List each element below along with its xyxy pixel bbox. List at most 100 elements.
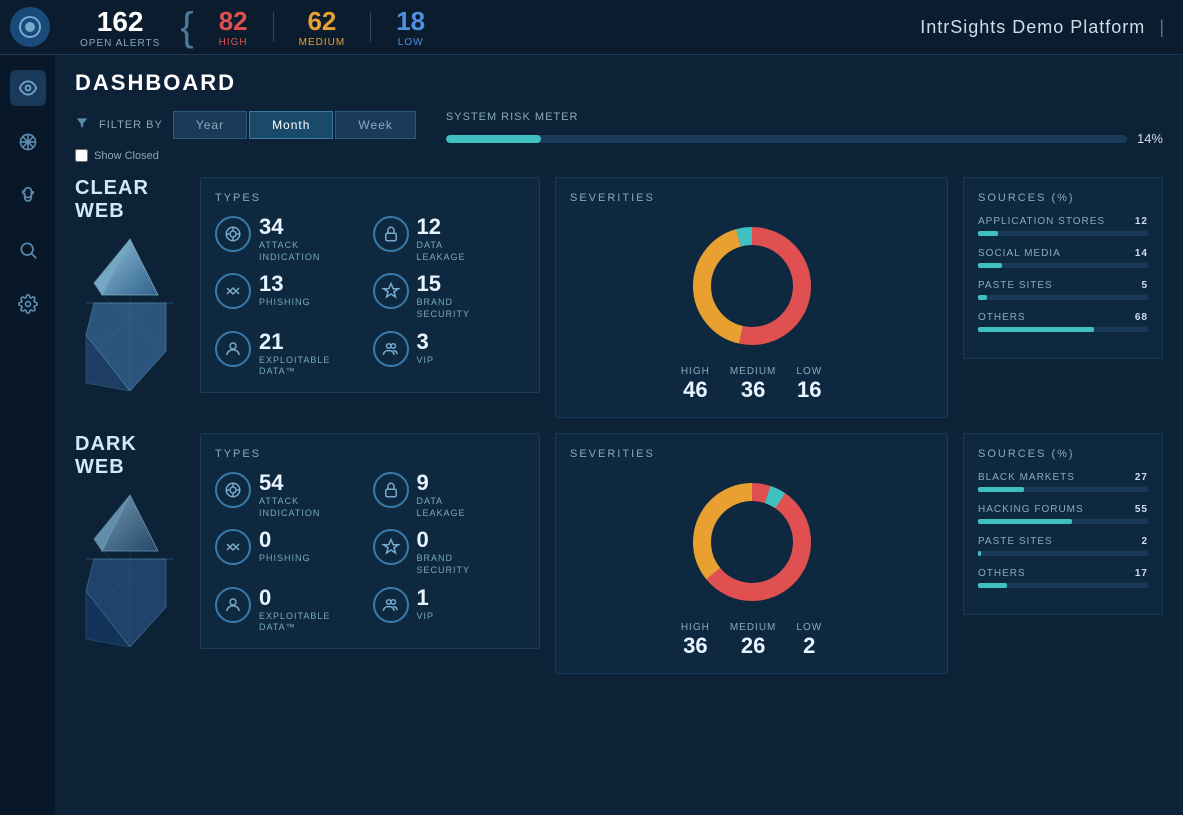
severity-labels: HIGH 46 MEDIUM 36 LOW 16 <box>681 366 822 403</box>
dw-phishing-icon <box>215 529 251 565</box>
medium-alerts: 62 MEDIUM <box>279 6 366 48</box>
dw-sev-low: LOW 2 <box>796 622 822 659</box>
dw-source-others: OTHERS 17 <box>978 568 1148 588</box>
dw-type-brand: 0 BRANDSECURITY <box>373 529 526 576</box>
dark-web-donut: HIGH 36 MEDIUM 26 LOW 2 <box>570 472 933 659</box>
clear-web-iceberg <box>75 231 185 391</box>
dw-phishing-info: 0 PHISHING <box>259 529 311 565</box>
sev-medium: MEDIUM 36 <box>730 366 777 403</box>
dw-attack-icon <box>215 472 251 508</box>
show-closed-checkbox[interactable]: Show Closed <box>75 149 416 162</box>
source-social-media: SOCIAL MEDIA 14 <box>978 248 1148 268</box>
dark-web-types-panel: TYPES 54 ATTACKINDICATION <box>200 433 540 649</box>
sidebar-icon-bug[interactable] <box>10 178 46 214</box>
dw-sev-high: HIGH 36 <box>681 622 710 659</box>
type-data-leakage: 12 DATALEAKAGE <box>373 216 526 263</box>
type-exploitable: 21 EXPLOITABLEDATA™ <box>215 331 368 378</box>
low-alerts: 18 LOW <box>376 6 445 48</box>
dw-leakage-info: 9 DATALEAKAGE <box>417 472 466 519</box>
type-brand-info: 15 BRANDSECURITY <box>417 273 471 320</box>
filter-bar: FILTER BY Year Month Week <box>75 111 416 139</box>
dw-source-hacking-forums: HACKING FORUMS 55 <box>978 504 1148 524</box>
filter-buttons: Year Month Week <box>173 111 416 139</box>
dark-web-donut-chart <box>682 472 822 612</box>
source-others: OTHERS 68 <box>978 312 1148 332</box>
sidebar-icon-search[interactable] <box>10 232 46 268</box>
clear-web-donut: HIGH 46 MEDIUM 36 LOW 16 <box>570 216 933 403</box>
sidebar <box>0 55 55 815</box>
type-phishing-info: 13 PHISHING <box>259 273 311 309</box>
dw-exploitable-icon <box>215 587 251 623</box>
clear-web-sources-list: APPLICATION STORES 12 SOCIAL MEDIA 14 <box>978 216 1148 332</box>
sev-low: LOW 16 <box>796 366 822 403</box>
type-attack-indication: 34 ATTACKINDICATION <box>215 216 368 263</box>
filter-section: FILTER BY Year Month Week Show Closed <box>75 111 416 162</box>
dark-web-label: DARK WEB <box>75 433 185 652</box>
logo <box>10 7 50 47</box>
exploitable-icon <box>215 331 251 367</box>
source-app-stores: APPLICATION STORES 12 <box>978 216 1148 236</box>
type-attack-info: 34 ATTACKINDICATION <box>259 216 320 263</box>
divider <box>273 12 274 42</box>
risk-meter-bar: 14% <box>446 131 1163 146</box>
clear-web-types-grid: 34 ATTACKINDICATION 12 DATALEAKAGE <box>215 216 525 378</box>
dw-severity-labels: HIGH 36 MEDIUM 26 LOW 2 <box>681 622 822 659</box>
alerts-section: 162 OPEN ALERTS { 82 HIGH 62 MEDIUM 18 L… <box>65 5 445 50</box>
type-vip-info: 3 VIP <box>417 331 435 367</box>
clear-web-label: CLEAR WEB <box>75 177 185 396</box>
filter-week-button[interactable]: Week <box>335 111 415 139</box>
risk-meter-label: SYSTEM RISK METER <box>446 111 1163 123</box>
dw-brand-icon <box>373 529 409 565</box>
dw-type-vip: 1 VIP <box>373 587 526 634</box>
sidebar-icon-bio[interactable] <box>10 124 46 160</box>
dw-exploitable-info: 0 EXPLOITABLEDATA™ <box>259 587 330 634</box>
main-layout: DASHBOARD FILTER BY Year Month Week <box>0 55 1183 815</box>
source-paste-sites: PASTE SITES 5 <box>978 280 1148 300</box>
phishing-icon <box>215 273 251 309</box>
risk-meter-fill <box>446 135 541 143</box>
type-vip: 3 VIP <box>373 331 526 378</box>
risk-meter-track <box>446 135 1127 143</box>
dw-source-paste-sites: PASTE SITES 2 <box>978 536 1148 556</box>
filter-icon <box>75 116 89 135</box>
brand-icon <box>373 273 409 309</box>
clear-web-severities-panel: SEVERITIES HIG <box>555 177 948 418</box>
filter-label: FILTER BY <box>99 119 163 131</box>
page-title: DASHBOARD <box>75 70 1163 96</box>
high-alerts: 82 HIGH <box>199 6 268 48</box>
dark-web-iceberg <box>75 487 185 647</box>
dw-type-phishing: 0 PHISHING <box>215 529 368 576</box>
sev-high: HIGH 46 <box>681 366 710 403</box>
type-phishing: 13 PHISHING <box>215 273 368 320</box>
clear-web-section: CLEAR WEB <box>75 177 1163 418</box>
sidebar-icon-gear[interactable] <box>10 286 46 322</box>
dw-vip-info: 1 VIP <box>417 587 435 623</box>
clear-web-sources-panel: SOURCES (%) APPLICATION STORES 12 SO <box>963 177 1163 359</box>
dark-web-section: DARK WEB <box>75 433 1163 674</box>
filter-year-button[interactable]: Year <box>173 111 247 139</box>
dw-brand-info: 0 BRANDSECURITY <box>417 529 471 576</box>
type-leakage-info: 12 DATALEAKAGE <box>417 216 466 263</box>
sidebar-icon-eye[interactable] <box>10 70 46 106</box>
vip-icon <box>373 331 409 367</box>
attack-icon <box>215 216 251 252</box>
show-closed-input[interactable] <box>75 149 88 162</box>
dark-web-severities-panel: SEVERITIES HIGH 36 <box>555 433 948 674</box>
topbar: 162 OPEN ALERTS { 82 HIGH 62 MEDIUM 18 L… <box>0 0 1183 55</box>
clear-web-types-panel: TYPES 34 ATTACKINDICATION <box>200 177 540 393</box>
divider <box>370 12 371 42</box>
leakage-icon <box>373 216 409 252</box>
type-exploitable-info: 21 EXPLOITABLEDATA™ <box>259 331 330 378</box>
dark-web-types-grid: 54 ATTACKINDICATION 9 DATALEAKAGE <box>215 472 525 634</box>
dw-type-leakage: 9 DATALEAKAGE <box>373 472 526 519</box>
risk-meter-section: SYSTEM RISK METER 14% <box>446 111 1163 146</box>
dw-leakage-icon <box>373 472 409 508</box>
total-alerts: 162 OPEN ALERTS <box>65 6 175 49</box>
dw-source-black-markets: BLACK MARKETS 27 <box>978 472 1148 492</box>
filter-month-button[interactable]: Month <box>249 111 333 139</box>
dw-attack-info: 54 ATTACKINDICATION <box>259 472 320 519</box>
dark-web-sources-panel: SOURCES (%) BLACK MARKETS 27 HACKING <box>963 433 1163 615</box>
dw-sev-medium: MEDIUM 26 <box>730 622 777 659</box>
main-content: DASHBOARD FILTER BY Year Month Week <box>55 55 1183 815</box>
dw-type-attack: 54 ATTACKINDICATION <box>215 472 368 519</box>
